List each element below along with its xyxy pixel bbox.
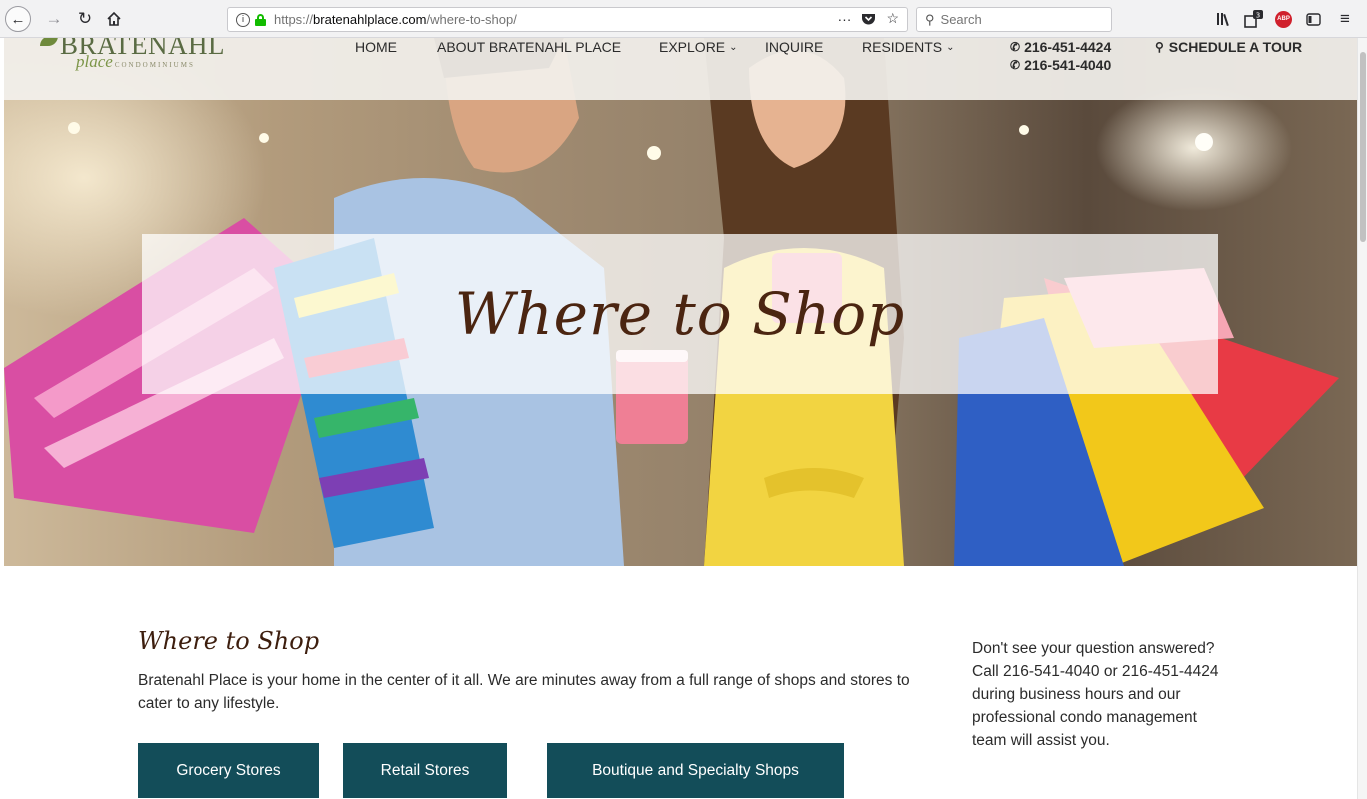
- nav-about[interactable]: ABOUT BRATENAHL PLACE: [437, 39, 621, 55]
- logo-place: place: [76, 52, 113, 71]
- page-scrollbar[interactable]: [1357, 38, 1367, 799]
- chevron-down-icon: ⌄: [729, 41, 738, 53]
- logo-tagline: CONDOMINIUMS: [114, 61, 195, 69]
- hamburger-menu-icon[interactable]: ≡: [1340, 8, 1350, 30]
- schedule-tour-label: SCHEDULE A TOUR: [1168, 39, 1303, 55]
- hero-title: Where to Shop: [454, 280, 906, 348]
- sidebar-toggle-icon[interactable]: [1306, 8, 1321, 30]
- address-bar[interactable]: i https://bratenahlplace.com/where-to-sh…: [227, 7, 908, 32]
- hero-section: BRATENAHL place CONDOMINIUMS HOME ABOUT B…: [4, 38, 1357, 566]
- search-bar[interactable]: ⚲: [916, 7, 1112, 32]
- nav-residents-label: RESIDENTS: [862, 39, 943, 55]
- pocket-icon[interactable]: [861, 12, 876, 26]
- nav-home-label: HOME: [355, 39, 397, 55]
- logo-subtitle: place CONDOMINIUMS: [76, 52, 195, 72]
- chevron-down-icon: ⌄: [946, 41, 955, 53]
- phone-link-1[interactable]: ✆ 216-451-4424: [1010, 39, 1111, 55]
- forward-button[interactable]: →: [44, 8, 64, 30]
- phone-number-1: 216-451-4424: [1024, 39, 1112, 55]
- bookmark-star-icon[interactable]: ☆: [886, 10, 899, 27]
- url-prefix: https://: [274, 12, 314, 27]
- phone-link-2[interactable]: ✆ 216-541-4040: [1010, 57, 1111, 73]
- url-path: /where-to-shop/: [426, 12, 517, 27]
- lock-icon: [255, 13, 266, 26]
- reload-button[interactable]: ↻: [75, 8, 95, 30]
- hero-banner: Where to Shop: [142, 234, 1218, 394]
- reload-icon: ↻: [77, 9, 93, 28]
- grocery-stores-button[interactable]: Grocery Stores: [138, 743, 319, 798]
- adblock-plus-icon[interactable]: ABP: [1275, 8, 1292, 30]
- nav-explore-label: EXPLORE: [659, 39, 726, 55]
- page-title: Where to Shop: [138, 627, 320, 655]
- search-input[interactable]: [940, 12, 1091, 27]
- back-arrow-icon: ←: [10, 10, 26, 28]
- phone-icon: ✆: [1010, 58, 1021, 72]
- site-logo[interactable]: BRATENAHL place CONDOMINIUMS: [38, 38, 238, 78]
- site-info-icon[interactable]: i: [236, 12, 250, 27]
- schedule-tour-link[interactable]: ⚲ SCHEDULE A TOUR: [1155, 39, 1302, 55]
- nav-home[interactable]: HOME: [355, 39, 397, 55]
- nav-inquire-label: INQUIRE: [765, 39, 824, 55]
- site-header: BRATENAHL place CONDOMINIUMS HOME ABOUT B…: [4, 38, 1357, 100]
- scrollbar-thumb[interactable]: [1360, 52, 1366, 242]
- phone-number-2: 216-541-4040: [1024, 57, 1112, 73]
- browser-toolbar: ← → ↻ i https://bratenahlplace.com/where…: [0, 0, 1367, 38]
- home-button[interactable]: [103, 8, 125, 30]
- nav-about-label: ABOUT BRATENAHL PLACE: [437, 39, 622, 55]
- home-icon: [107, 11, 121, 26]
- url-text[interactable]: https://bratenahlplace.com/where-to-shop…: [274, 12, 517, 27]
- phone-icon: ✆: [1010, 40, 1021, 54]
- back-button[interactable]: ←: [5, 6, 31, 32]
- nav-explore[interactable]: EXPLORE ⌄: [659, 39, 738, 55]
- contact-note: Don't see your question answered? Call 2…: [972, 640, 1219, 749]
- page-actions: ··· ☆: [837, 10, 899, 27]
- retail-stores-button[interactable]: Retail Stores: [343, 743, 507, 798]
- url-domain: bratenahlplace.com: [313, 12, 427, 27]
- boutique-specialty-shops-button[interactable]: Boutique and Specialty Shops: [547, 743, 844, 798]
- nav-inquire[interactable]: INQUIRE: [765, 39, 823, 55]
- intro-text: Bratenahl Place is your home in the cent…: [138, 672, 910, 712]
- map-pin-icon: ⚲: [1155, 40, 1164, 54]
- page-actions-menu-button[interactable]: ···: [837, 11, 851, 27]
- library-icon[interactable]: [1216, 8, 1232, 30]
- nav-residents[interactable]: RESIDENTS ⌄: [862, 39, 955, 55]
- forward-arrow-icon: →: [45, 9, 63, 28]
- search-icon: ⚲: [925, 11, 935, 27]
- web-page: BRATENAHL place CONDOMINIUMS HOME ABOUT B…: [0, 38, 1357, 799]
- extension-icon[interactable]: 3: [1244, 8, 1264, 30]
- leaf-icon: [40, 38, 58, 46]
- extension-badge-count: 3: [1256, 12, 1260, 20]
